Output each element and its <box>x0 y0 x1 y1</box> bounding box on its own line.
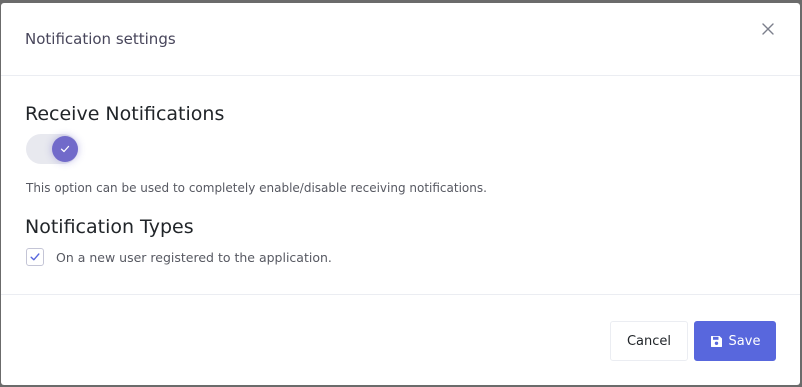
cancel-button[interactable]: Cancel <box>610 321 688 361</box>
save-button-label: Save <box>728 333 761 349</box>
save-button[interactable]: Save <box>694 321 776 361</box>
floppy-disk-icon <box>710 335 722 347</box>
dialog-header: Notification settings <box>1 3 800 76</box>
cancel-button-label: Cancel <box>626 333 672 349</box>
check-icon <box>30 253 40 261</box>
receive-notifications-toggle[interactable] <box>26 134 78 164</box>
dialog-footer: Cancel Save <box>1 294 800 385</box>
new-user-registered-checkbox[interactable] <box>26 248 44 266</box>
receive-notifications-help: This option can be used to completely en… <box>26 181 487 195</box>
notification-types-heading: Notification Types <box>25 216 194 238</box>
close-icon <box>762 23 774 35</box>
notification-settings-dialog: Notification settings Receive Notificati… <box>1 3 800 385</box>
new-user-registered-label[interactable]: On a new user registered to the applicat… <box>56 250 332 265</box>
receive-notifications-heading: Receive Notifications <box>25 103 225 125</box>
dialog-body: Receive Notifications This option can be… <box>1 76 800 294</box>
dialog-title: Notification settings <box>25 30 176 48</box>
check-icon <box>60 145 70 153</box>
close-button[interactable] <box>758 19 778 39</box>
toggle-knob <box>52 136 78 162</box>
